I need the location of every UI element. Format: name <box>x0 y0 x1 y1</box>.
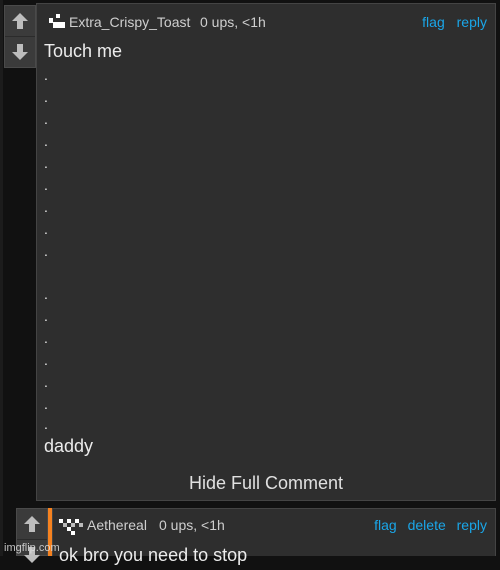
comment-text-line: . <box>44 396 48 412</box>
comment-actions: flag delete reply <box>367 517 487 533</box>
comment-text-line: . <box>44 155 48 171</box>
reply-link[interactable]: reply <box>457 14 487 30</box>
comment-text-line: . <box>44 352 48 368</box>
comment-text-line: . <box>44 133 48 149</box>
downvote-button[interactable] <box>5 37 35 67</box>
comment-actions: flag reply <box>414 14 487 30</box>
comment-text-line: . <box>44 177 48 193</box>
reply-link[interactable]: reply <box>457 517 487 533</box>
comment-text-last: daddy <box>44 436 94 456</box>
comment-card: Extra_Crispy_Toast 0 ups, <1h flag reply… <box>36 3 496 501</box>
comment-text-line: . <box>44 67 48 83</box>
arrow-up-icon <box>12 13 28 29</box>
comment-text: Touch me <box>44 41 123 61</box>
comment-card: Aethereal 0 ups, <1h flag delete reply o… <box>52 508 496 565</box>
comment-text-line: . <box>44 89 48 105</box>
left-border <box>0 0 3 556</box>
flag-link[interactable]: flag <box>374 517 397 533</box>
comment-text-line: . <box>44 221 48 237</box>
flag-link[interactable]: flag <box>422 14 445 30</box>
comment-text-line: . <box>44 243 48 259</box>
watermark: imgflip.com <box>4 542 60 554</box>
arrow-up-icon <box>24 516 40 532</box>
user-avatar-icon <box>59 519 83 535</box>
upvote-button[interactable] <box>5 6 35 37</box>
username-link[interactable]: Aethereal <box>87 517 147 533</box>
arrow-down-icon <box>12 44 28 60</box>
comment-meta: 0 ups, <1h <box>200 14 266 30</box>
comment-text-line: . <box>44 111 48 127</box>
comment-text-line: . <box>44 199 48 215</box>
comment-text-line: . <box>44 308 48 324</box>
comment-text-line: . <box>44 374 48 390</box>
vote-widget <box>4 5 36 68</box>
user-avatar-icon <box>49 14 65 28</box>
comment-text-line: . <box>44 286 48 302</box>
comment-meta: 0 ups, <1h <box>159 517 225 533</box>
hide-full-comment-button[interactable]: Hide Full Comment <box>37 473 495 494</box>
delete-link[interactable]: delete <box>408 517 446 533</box>
username-link[interactable]: Extra_Crispy_Toast <box>69 14 190 30</box>
comment-header: Extra_Crispy_Toast 0 ups, <1h flag reply <box>37 13 495 33</box>
upvote-button[interactable] <box>17 509 47 540</box>
comment-text-line: . <box>44 416 48 432</box>
comment-text-line: . <box>44 330 48 346</box>
